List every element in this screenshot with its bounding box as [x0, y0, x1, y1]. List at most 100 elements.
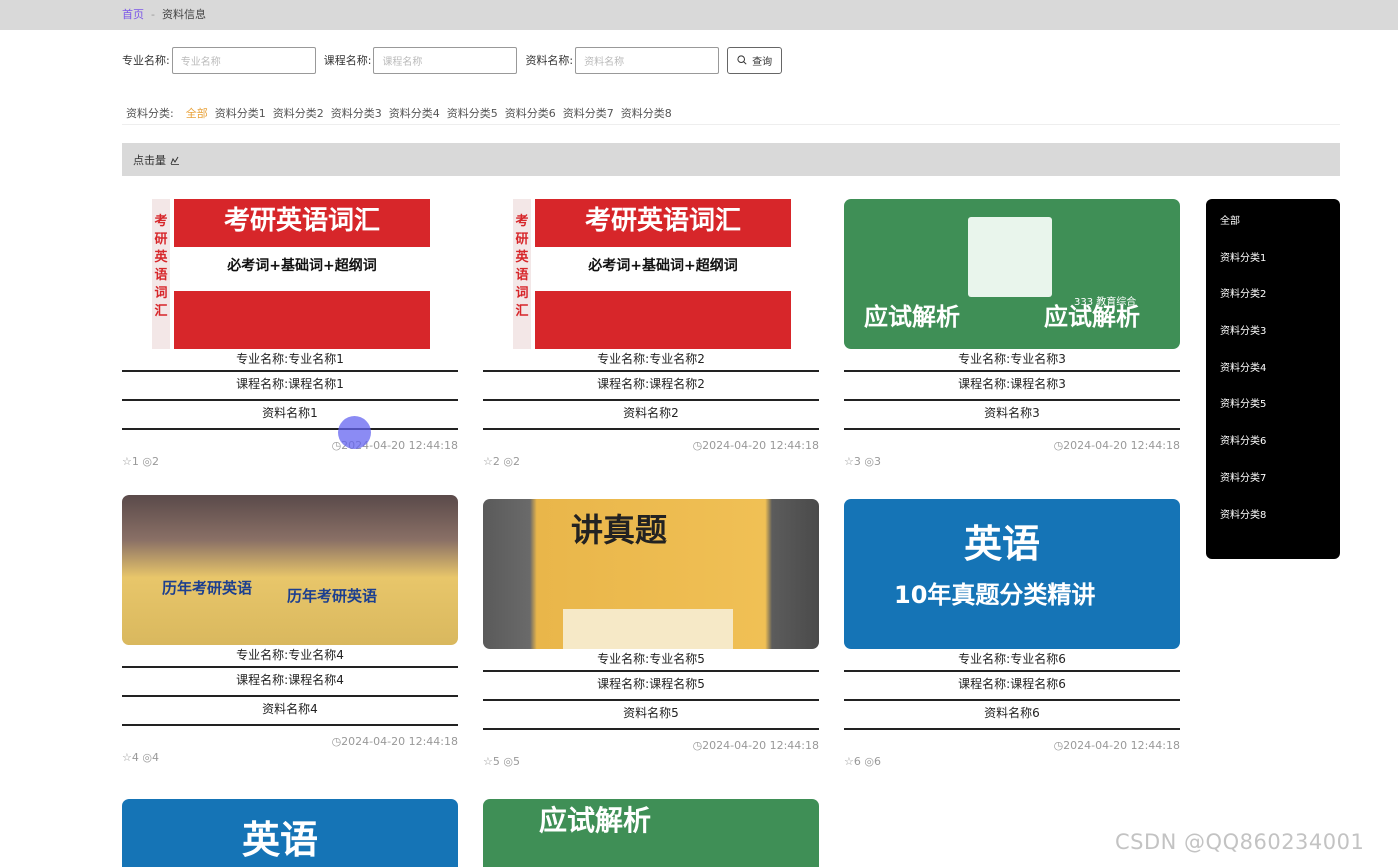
card-views: 5 — [512, 755, 520, 768]
breadcrumb-separator: - — [151, 8, 155, 21]
card-major: 专业名称:专业名称6 — [844, 649, 1180, 672]
cover-title: 历年考研英语 — [162, 579, 253, 597]
card-course: 课程名称:课程名称1 — [122, 372, 458, 401]
card-name: 资料名称2 — [483, 401, 819, 430]
card-name: 资料名称4 — [122, 697, 458, 726]
sidebar-item-all[interactable]: 全部 — [1206, 214, 1340, 251]
sidebar-item-2[interactable]: 资料分类2 — [1206, 287, 1340, 324]
card-stars: 1 — [131, 455, 139, 468]
top-bar: 首页 - 资料信息 — [0, 0, 1398, 30]
category-4[interactable]: 资料分类4 — [389, 105, 440, 121]
cover-subtitle: 必考词+基础词+超纲词 — [227, 258, 377, 274]
star-icon[interactable]: ☆ — [483, 455, 493, 468]
clock-icon: ◷ — [331, 735, 342, 748]
card-views: 2 — [151, 455, 159, 468]
cover-title: 应试解析 — [864, 303, 960, 331]
star-icon[interactable]: ☆ — [122, 455, 132, 468]
sort-clicks[interactable]: 点击量 — [133, 154, 166, 167]
category-all[interactable]: 全部 — [186, 105, 208, 121]
material-cover[interactable]: 考研英语词汇 考研英语词汇 必考词+基础词+超纲词 — [483, 199, 819, 349]
category-3[interactable]: 资料分类3 — [331, 105, 382, 121]
sidebar-item-6[interactable]: 资料分类6 — [1206, 434, 1340, 471]
card-stars: 4 — [131, 751, 139, 764]
category-2[interactable]: 资料分类2 — [273, 105, 324, 121]
sidebar-item-4[interactable]: 资料分类4 — [1206, 361, 1340, 398]
category-5[interactable]: 资料分类5 — [447, 105, 498, 121]
search-bar: 专业名称: 专业名称 课程名称: 课程名称 资料名称: 资料名称 查询 — [122, 46, 783, 74]
watermark: CSDN @QQ860234001 — [1115, 830, 1365, 854]
material-cover[interactable]: 英语 — [122, 799, 458, 867]
cover-spine-text: 考研英语词汇 — [513, 199, 531, 349]
material-card[interactable]: 应试解析 应试解析 333 教育综合 专业名称:专业名称3 课程名称:课程名称3 资… — [844, 199, 1180, 468]
category-title: 资料分类: — [126, 107, 174, 120]
category-7[interactable]: 资料分类7 — [563, 105, 614, 121]
star-icon[interactable]: ☆ — [844, 455, 854, 468]
search-icon — [737, 55, 747, 65]
star-icon[interactable]: ☆ — [483, 755, 493, 768]
star-icon[interactable]: ☆ — [844, 755, 854, 768]
breadcrumb-current: 资料信息 — [161, 8, 206, 21]
clock-icon: ◷ — [1053, 439, 1064, 452]
card-date: 2024-04-20 12:44:18 — [702, 739, 819, 752]
card-views: 2 — [512, 455, 520, 468]
material-card[interactable]: 考研英语词汇 考研英语词汇 必考词+基础词+超纲词 专业名称:专业名称1 课程名称:… — [122, 199, 458, 468]
card-course: 课程名称:课程名称6 — [844, 672, 1180, 701]
material-cover[interactable]: 讲真题 — [483, 499, 819, 649]
card-major: 专业名称:专业名称3 — [844, 349, 1180, 372]
clock-icon: ◷ — [692, 439, 703, 452]
material-input[interactable]: 资料名称 — [575, 46, 720, 74]
cover-title-2: 历年考研英语 — [287, 587, 378, 605]
eye-icon: ◎ — [503, 455, 513, 468]
card-name: 资料名称5 — [483, 701, 819, 730]
cover-title: 应试解析 — [539, 804, 652, 837]
cover-subtitle: 333 教育综合 — [1074, 297, 1137, 308]
cover-title: 考研英语词汇 — [174, 199, 430, 247]
sort-icon[interactable] — [170, 156, 180, 165]
category-filter: 资料分类: 全部 资料分类1 资料分类2 资料分类3 资料分类4 资料分类5 资… — [126, 105, 679, 121]
material-cover[interactable]: 英语 10年真题分类精讲 — [844, 499, 1180, 649]
card-views: 6 — [873, 755, 881, 768]
star-icon[interactable]: ☆ — [122, 751, 132, 764]
mouse-cursor-highlight — [338, 416, 371, 449]
card-major: 专业名称:专业名称4 — [122, 645, 458, 668]
card-stars: 2 — [492, 455, 500, 468]
eye-icon: ◎ — [864, 455, 874, 468]
category-1[interactable]: 资料分类1 — [215, 105, 266, 121]
card-stars: 6 — [853, 755, 861, 768]
cover-subtitle: 必考词+基础词+超纲词 — [588, 258, 738, 274]
card-date: 2024-04-20 12:44:18 — [702, 439, 819, 452]
material-cover[interactable]: 应试解析 — [483, 799, 819, 867]
card-name: 资料名称3 — [844, 401, 1180, 430]
material-label: 资料名称: — [525, 54, 574, 67]
major-label: 专业名称: — [122, 54, 170, 67]
card-course: 课程名称:课程名称5 — [483, 672, 819, 701]
card-stars: 3 — [853, 455, 861, 468]
card-date: 2024-04-20 12:44:18 — [1063, 439, 1180, 452]
material-card[interactable]: 英语 10年真题分类精讲 专业名称:专业名称6 课程名称:课程名称6 资料名称6 … — [844, 499, 1180, 768]
sidebar-item-1[interactable]: 资料分类1 — [1206, 251, 1340, 288]
query-button[interactable]: 查询 — [727, 46, 783, 74]
course-input[interactable]: 课程名称 — [373, 46, 518, 74]
card-major: 专业名称:专业名称1 — [122, 349, 458, 372]
cover-title: 英语 — [242, 818, 319, 862]
material-cover[interactable]: 应试解析 应试解析 333 教育综合 — [844, 199, 1180, 349]
material-cover[interactable]: 历年考研英语 历年考研英语 — [122, 495, 458, 645]
eye-icon: ◎ — [503, 755, 513, 768]
cover-spine-text: 考研英语词汇 — [152, 199, 170, 349]
breadcrumb-home[interactable]: 首页 — [122, 8, 144, 21]
major-input[interactable]: 专业名称 — [171, 46, 316, 74]
category-8[interactable]: 资料分类8 — [621, 105, 672, 121]
sidebar-item-3[interactable]: 资料分类3 — [1206, 324, 1340, 361]
cover-title: 考研英语词汇 — [535, 199, 791, 247]
material-card[interactable]: 考研英语词汇 考研英语词汇 必考词+基础词+超纲词 专业名称:专业名称2 课程名称:… — [483, 199, 819, 468]
category-6[interactable]: 资料分类6 — [505, 105, 556, 121]
cover-subtitle: 10年真题分类精讲 — [894, 581, 1096, 609]
sidebar-item-5[interactable]: 资料分类5 — [1206, 397, 1340, 434]
sidebar-item-7[interactable]: 资料分类7 — [1206, 471, 1340, 508]
card-date: 2024-04-20 12:44:18 — [341, 735, 458, 748]
course-label: 课程名称: — [323, 54, 372, 67]
material-card[interactable]: 讲真题 专业名称:专业名称5 课程名称:课程名称5 资料名称5 ◷2024-04… — [483, 499, 819, 768]
sidebar-item-8[interactable]: 资料分类8 — [1206, 508, 1340, 545]
material-cover[interactable]: 考研英语词汇 考研英语词汇 必考词+基础词+超纲词 — [122, 199, 458, 349]
material-card[interactable]: 历年考研英语 历年考研英语 专业名称:专业名称4 课程名称:课程名称4 资料名称4… — [122, 495, 458, 764]
